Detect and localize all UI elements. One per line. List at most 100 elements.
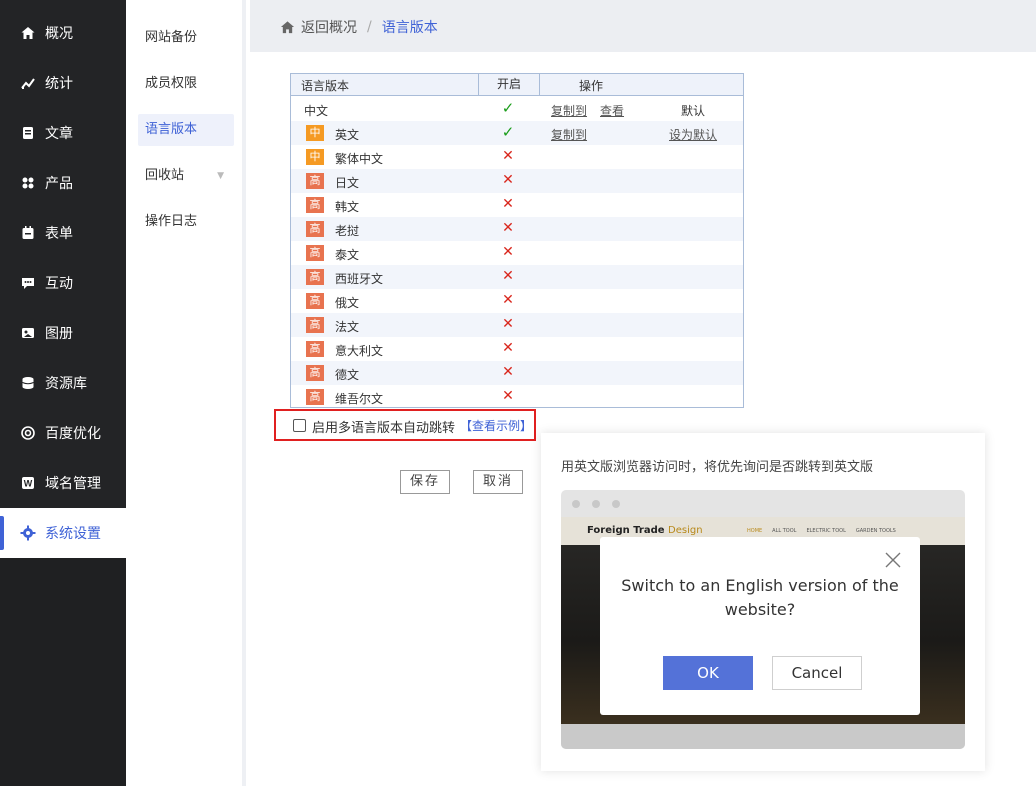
form-icon — [20, 225, 36, 241]
language-name: 日文 — [335, 176, 360, 190]
nav-item-label: 互动 — [45, 276, 73, 292]
home-icon — [280, 20, 295, 33]
table-row: 高维吾尔文 ✕ — [291, 385, 743, 409]
nav-item-label: 域名管理 — [45, 476, 101, 492]
language-badge: 高 — [306, 173, 324, 189]
site-link: ELECTRIC TOOL — [806, 528, 846, 534]
language-name: 繁体中文 — [335, 152, 384, 166]
language-name: 德文 — [335, 368, 360, 382]
article-icon — [20, 125, 36, 141]
language-badge: 高 — [306, 245, 324, 261]
language-name: 老挝 — [335, 224, 360, 238]
language-badge: 高 — [306, 389, 324, 405]
home-icon — [20, 25, 36, 41]
nav-item-4[interactable]: 表单 — [0, 208, 126, 258]
save-button[interactable]: 保存 — [400, 470, 450, 494]
cross-icon[interactable]: ✕ — [498, 196, 518, 212]
check-icon[interactable]: ✓ — [498, 123, 518, 141]
table-row: 高韩文 ✕ — [291, 193, 743, 217]
nav-item-label: 图册 — [45, 326, 73, 342]
table-row: 高西班牙文 ✕ — [291, 265, 743, 289]
nav-item-label: 百度优化 — [45, 426, 101, 442]
dialog-cancel-button[interactable]: Cancel — [772, 656, 862, 690]
cross-icon[interactable]: ✕ — [498, 364, 518, 380]
sub-nav: 网站备份 成员权限 语言版本 回收站 ▼ 操作日志 — [126, 0, 246, 786]
nav-item-label: 统计 — [45, 76, 73, 92]
cross-icon[interactable]: ✕ — [498, 172, 518, 188]
cross-icon[interactable]: ✕ — [498, 340, 518, 356]
nav-item-label: 资源库 — [45, 376, 87, 392]
language-name: 维吾尔文 — [335, 392, 384, 406]
sub-item-members[interactable]: 成员权限 — [138, 68, 234, 100]
sub-item-languages[interactable]: 语言版本 — [138, 114, 234, 146]
language-badge: 高 — [306, 221, 324, 237]
svg-text:W: W — [24, 479, 33, 489]
check-icon[interactable]: ✓ — [498, 99, 518, 117]
breadcrumb-separator: / — [367, 19, 372, 35]
language-badge: 高 — [306, 365, 324, 381]
window-dot-icon — [612, 500, 620, 508]
active-indicator — [0, 516, 4, 550]
language-name: 英文 — [335, 128, 360, 142]
breadcrumb-current: 语言版本 — [381, 20, 438, 36]
nav-item-10[interactable]: 系统设置 — [0, 508, 126, 558]
set-default-link[interactable]: 设为默认 — [669, 126, 717, 143]
nav-item-6[interactable]: 图册 — [0, 308, 126, 358]
nav-item-3[interactable]: 产品 — [0, 158, 126, 208]
table-row: 高法文 ✕ — [291, 313, 743, 337]
language-name: 法文 — [335, 320, 360, 334]
cross-icon[interactable]: ✕ — [498, 220, 518, 236]
language-name: 泰文 — [335, 248, 360, 262]
language-name: 西班牙文 — [335, 272, 384, 286]
language-badge: 高 — [306, 269, 324, 285]
cross-icon[interactable]: ✕ — [498, 148, 518, 164]
auto-redirect-label[interactable]: 启用多语言版本自动跳转 — [312, 417, 455, 436]
gear-icon — [20, 525, 36, 541]
auto-redirect-highlight: 启用多语言版本自动跳转 【查看示例】 — [274, 409, 536, 441]
sub-item-operation-log[interactable]: 操作日志 — [138, 206, 234, 238]
breadcrumb-back-link[interactable]: 返回概况 — [301, 17, 357, 37]
nav-item-label: 产品 — [45, 176, 73, 192]
table-row: 中繁体中文 ✕ — [291, 145, 743, 169]
header-enabled: 开启 — [478, 74, 540, 95]
domain-icon: W — [20, 475, 36, 491]
breadcrumb: 返回概况 / 语言版本 — [280, 17, 438, 37]
sub-item-recycle-bin[interactable]: 回收站 ▼ — [138, 160, 234, 192]
dialog-ok-button[interactable]: OK — [663, 656, 753, 690]
table-row: 高泰文 ✕ — [291, 241, 743, 265]
nav-item-9[interactable]: W 域名管理 — [0, 458, 126, 508]
table-row: 高意大利文 ✕ — [291, 337, 743, 361]
nav-item-label: 表单 — [45, 226, 73, 242]
copy-to-link[interactable]: 复制到 — [551, 126, 587, 143]
nav-item-2[interactable]: 文章 — [0, 108, 126, 158]
site-links: HOME ALL TOOL ELECTRIC TOOL GARDEN TOOLS — [747, 528, 896, 534]
table-row: 高德文 ✕ — [291, 361, 743, 385]
cross-icon[interactable]: ✕ — [498, 316, 518, 332]
view-example-link[interactable]: 【查看示例】 — [460, 417, 532, 434]
language-name: 韩文 — [335, 200, 360, 214]
site-logo: Foreign Trade Design — [587, 525, 703, 536]
window-dot-icon — [592, 500, 600, 508]
nav-item-5[interactable]: 互动 — [0, 258, 126, 308]
view-link[interactable]: 查看 — [600, 102, 624, 119]
table-header: 语言版本 开启 操作 — [291, 74, 743, 96]
nav-item-8[interactable]: 百度优化 — [0, 408, 126, 458]
sub-item-backup[interactable]: 网站备份 — [138, 22, 234, 54]
app-root: 概况统计文章产品表单互动图册资源库百度优化 W 域名管理系统设置 网站备份 成员权限… — [0, 0, 1036, 786]
cancel-button[interactable]: 取消 — [473, 470, 523, 494]
close-icon[interactable] — [884, 551, 902, 569]
cross-icon[interactable]: ✕ — [498, 268, 518, 284]
chat-icon — [20, 275, 36, 291]
cross-icon[interactable]: ✕ — [498, 244, 518, 260]
auto-redirect-checkbox[interactable] — [293, 419, 306, 432]
language-badge: 高 — [306, 341, 324, 357]
nav-item-label: 文章 — [45, 126, 73, 142]
language-badge: 高 — [306, 317, 324, 333]
nav-item-0[interactable]: 概况 — [0, 8, 126, 58]
cross-icon[interactable]: ✕ — [498, 292, 518, 308]
cross-icon[interactable]: ✕ — [498, 388, 518, 404]
nav-item-1[interactable]: 统计 — [0, 58, 126, 108]
copy-to-link[interactable]: 复制到 — [551, 102, 587, 119]
nav-item-7[interactable]: 资源库 — [0, 358, 126, 408]
breadcrumb-bar: 返回概况 / 语言版本 — [250, 0, 1036, 52]
